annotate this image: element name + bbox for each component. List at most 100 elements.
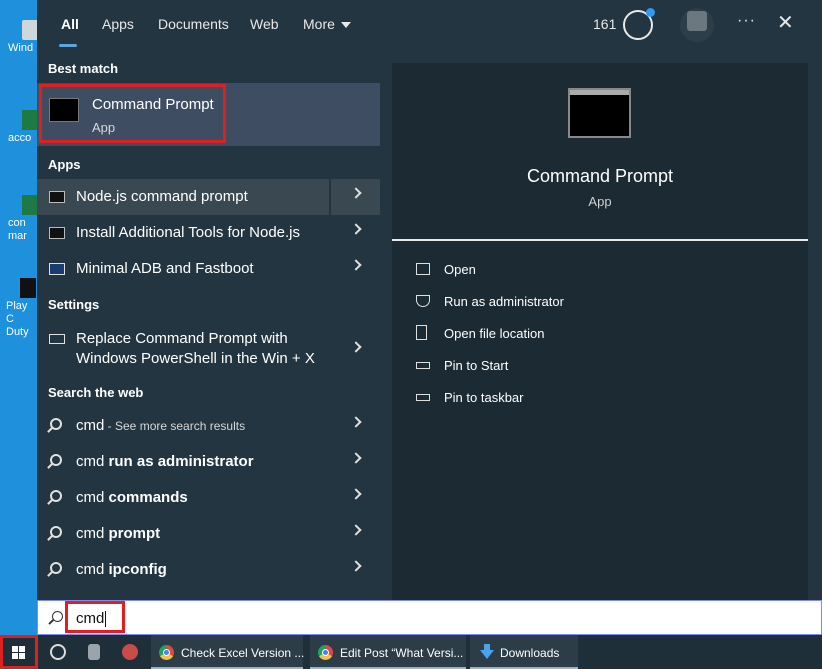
list-item-label-line2: Windows PowerShell in the Win + X <box>76 350 315 367</box>
app-window-icon <box>49 263 65 275</box>
app-icon <box>22 20 38 40</box>
chevron-right-icon[interactable] <box>350 452 362 464</box>
list-item-setting[interactable]: Replace Command Prompt with Windows Powe… <box>37 322 380 374</box>
action-pin-to-start[interactable]: Pin to Start <box>416 355 716 379</box>
action-open-file-location[interactable]: Open file location <box>416 323 716 347</box>
notification-dot <box>646 8 655 17</box>
query-suffix: run as administrator <box>108 453 254 470</box>
list-item-label: cmd prompt <box>76 525 160 542</box>
list-item-label: Install Additional Tools for Node.js <box>76 224 301 241</box>
chevron-right-icon[interactable] <box>350 259 362 271</box>
preview-pane: Command Prompt App Open Run as administr… <box>392 63 808 600</box>
list-item-label: Replace Command Prompt with <box>76 330 288 347</box>
avatar-image <box>687 11 707 31</box>
action-open[interactable]: Open <box>416 259 716 283</box>
search-icon <box>50 562 62 574</box>
query-suffix: - See more search results <box>104 419 246 433</box>
list-item-web[interactable]: cmd ipconfig <box>37 552 380 588</box>
chevron-right-icon[interactable] <box>350 416 362 428</box>
excel-icon <box>22 195 38 215</box>
query-suffix: ipconfig <box>108 561 167 578</box>
more-options-icon[interactable]: ··· <box>737 12 756 30</box>
search-tabs: All Apps Documents Web More 161 ··· ✕ <box>37 0 822 50</box>
tab-apps[interactable]: Apps <box>102 16 134 32</box>
game-icon <box>20 278 36 298</box>
action-label: Open file location <box>444 326 545 341</box>
command-prompt-icon <box>568 88 631 138</box>
list-item-label: cmd ipconfig <box>76 561 167 578</box>
taskbar-app-chrome-2[interactable]: Edit Post “What Versi... <box>310 635 466 669</box>
chevron-right-icon[interactable] <box>350 488 362 500</box>
action-label: Pin to Start <box>444 358 509 373</box>
chevron-right-icon[interactable] <box>350 223 362 235</box>
list-item-app[interactable]: Install Additional Tools for Node.js <box>37 215 380 251</box>
clock-app-icon[interactable] <box>50 644 66 660</box>
rewards-points: 161 <box>593 16 617 32</box>
desktop-icon-label: Wind <box>8 42 34 54</box>
action-run-as-admin[interactable]: Run as administrator <box>416 291 716 315</box>
query-text: cmd <box>76 489 109 506</box>
search-panel: All Apps Documents Web More 161 ··· ✕ Be… <box>37 0 822 600</box>
action-label: Pin to taskbar <box>444 390 524 405</box>
action-pin-to-taskbar[interactable]: Pin to taskbar <box>416 387 716 411</box>
divider <box>392 239 808 241</box>
section-heading-settings: Settings <box>48 297 100 312</box>
list-item-label: cmd commands <box>76 489 188 506</box>
open-icon <box>416 263 430 275</box>
desktop-icon-label: acco <box>8 132 32 144</box>
desktop: Wind acco con mar Play C Duty <box>0 0 38 635</box>
desktop-icon-excel-2[interactable]: con mar <box>8 195 38 255</box>
chevron-right-icon[interactable] <box>350 560 362 572</box>
tab-documents[interactable]: Documents <box>158 16 229 32</box>
chevron-down-icon <box>340 22 351 29</box>
close-icon[interactable]: ✕ <box>777 10 794 35</box>
pin-icon <box>416 394 430 401</box>
file-icon <box>416 325 427 340</box>
tab-all[interactable]: All <box>61 16 79 32</box>
list-item-app[interactable]: Minimal ADB and Fastboot <box>37 251 380 287</box>
list-item-web[interactable]: cmd - See more search results <box>37 408 380 444</box>
tab-web[interactable]: Web <box>250 16 279 32</box>
list-item-web[interactable]: cmd run as administrator <box>37 444 380 480</box>
chrome-icon <box>159 645 174 660</box>
search-icon <box>50 418 62 430</box>
desktop-icon-excel-1[interactable]: acco <box>8 110 38 145</box>
section-heading-web: Search the web <box>48 385 144 400</box>
query-suffix: commands <box>108 489 188 506</box>
query-text: cmd <box>76 561 109 578</box>
search-input[interactable]: cmd <box>37 600 822 635</box>
search-icon <box>50 454 62 466</box>
search-icon <box>50 526 62 538</box>
taskbar-app-downloads[interactable]: Downloads <box>470 635 578 669</box>
snip-tool-icon[interactable] <box>122 644 138 660</box>
taskbar-app-chrome-1[interactable]: Check Excel Version ... <box>151 635 305 669</box>
highlight-box <box>0 635 38 669</box>
shield-icon <box>416 295 430 307</box>
taskbar-app-label: Edit Post “What Versi... <box>340 646 464 660</box>
taskbar-app-label: Check Excel Version ... <box>181 646 305 660</box>
desktop-icon-game[interactable]: Play C Duty <box>6 278 36 348</box>
desktop-icon-windows[interactable]: Wind <box>8 20 38 55</box>
chevron-right-icon[interactable] <box>350 187 362 199</box>
pin-icon <box>416 362 430 369</box>
calculator-icon[interactable] <box>88 644 100 660</box>
query-text: cmd <box>76 417 105 434</box>
desktop-icon-label: Play C Duty <box>6 300 29 338</box>
list-item-web[interactable]: cmd prompt <box>37 516 380 552</box>
chevron-right-icon[interactable] <box>350 341 362 353</box>
desktop-icon-label: con mar <box>8 217 27 242</box>
list-item-app[interactable]: Node.js command prompt <box>37 179 380 215</box>
divider <box>329 179 331 215</box>
search-icon <box>50 490 62 502</box>
terminal-icon <box>49 227 65 239</box>
highlight-box <box>39 84 226 143</box>
section-heading-best-match: Best match <box>48 61 119 76</box>
chevron-right-icon[interactable] <box>350 524 362 536</box>
list-item-label: Minimal ADB and Fastboot <box>76 260 254 277</box>
highlight-box <box>65 601 125 633</box>
tab-more[interactable]: More <box>303 16 351 32</box>
action-label: Run as administrator <box>444 294 564 309</box>
section-heading-apps: Apps <box>48 157 81 172</box>
list-item-web[interactable]: cmd commands <box>37 480 380 516</box>
preview-title: Command Prompt <box>526 166 674 186</box>
